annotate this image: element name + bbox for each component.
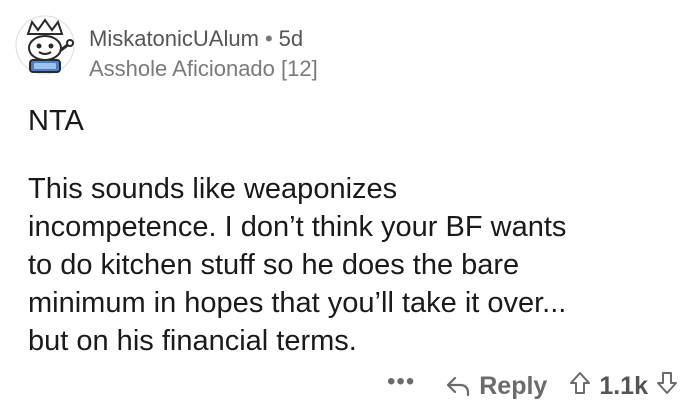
comment-verdict: NTA bbox=[28, 105, 84, 137]
comment-body: NTA This sounds like weaponizes incompet… bbox=[28, 102, 678, 360]
vote-score: 1.1k bbox=[599, 371, 648, 400]
downvote-button[interactable] bbox=[656, 371, 678, 402]
comment-paragraph: This sounds like weaponizes incompetence… bbox=[28, 173, 567, 357]
snoo-avatar-icon bbox=[15, 15, 75, 75]
upvote-button[interactable] bbox=[569, 371, 591, 402]
meta-line: MiskatonicUAlum • 5d bbox=[89, 26, 318, 52]
reply-label: Reply bbox=[479, 371, 548, 400]
comment-age: 5d bbox=[278, 26, 304, 51]
more-options-button[interactable]: ••• bbox=[387, 368, 415, 396]
reply-button[interactable]: Reply bbox=[445, 372, 547, 401]
username-link[interactable]: MiskatonicUAlum bbox=[89, 26, 259, 51]
comment-actions: ••• Reply 1.1k bbox=[387, 366, 678, 406]
upvote-arrow-icon bbox=[570, 371, 591, 394]
reply-arrow-icon bbox=[447, 376, 470, 397]
comment-meta: MiskatonicUAlum • 5d Asshole Aficionado [1… bbox=[89, 26, 318, 82]
meta-separator: • bbox=[264, 26, 273, 51]
user-avatar[interactable] bbox=[14, 14, 76, 76]
downvote-arrow-icon bbox=[657, 371, 677, 394]
comment: MiskatonicUAlum • 5d Asshole Aficionado [1… bbox=[0, 0, 700, 417]
vote-controls: 1.1k bbox=[569, 371, 678, 402]
user-flair: Asshole Aficionado [12] bbox=[89, 56, 318, 81]
